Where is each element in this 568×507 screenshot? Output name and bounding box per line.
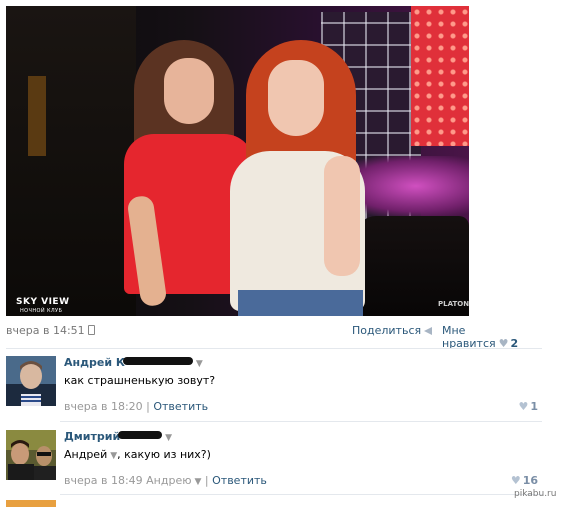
comment-like-count: 16 [522, 474, 538, 487]
post-meta: вчера в 14:51 Поделиться Мне нравится ♥ 2 [6, 324, 538, 350]
club-logo: SKY VIEW НОЧНОЙ КЛУБ [16, 298, 70, 316]
comment-author[interactable]: Андрей К ▼ [64, 356, 203, 369]
author-name: Андрей К [64, 356, 125, 369]
comment-time[interactable]: вчера в 18:49 [64, 474, 143, 487]
reply-to[interactable]: Андрею [146, 474, 191, 487]
comment-like-button[interactable]: ♥ 1 [518, 400, 538, 413]
comment-text: как страшненькую зовут? [64, 374, 216, 387]
club-logo-title: SKY VIEW [16, 297, 70, 307]
redaction-bar [122, 357, 193, 365]
comment-text-body: , какую из них?) [117, 448, 211, 461]
club-logo-subtitle: НОЧНОЙ КЛУБ [20, 308, 63, 314]
post-time[interactable]: вчера в 14:51 [6, 324, 85, 337]
chevron-down-icon: ▼ [194, 477, 202, 487]
avatar[interactable] [6, 356, 56, 406]
person-right-face [268, 60, 324, 136]
photo-background [6, 6, 136, 316]
reply-button[interactable]: Ответить [212, 474, 267, 487]
separator [60, 494, 542, 495]
megaphone-icon [424, 327, 433, 335]
avatar[interactable] [6, 500, 56, 507]
separator [6, 348, 542, 349]
comment-time[interactable]: вчера в 18:20 [64, 400, 143, 413]
comment-meta: вчера в 18:20 | Ответить [64, 400, 208, 413]
photo-lamp [28, 76, 46, 156]
like-button[interactable]: Мне нравится ♥ 2 [442, 324, 538, 350]
person-right-jeans [238, 290, 363, 316]
mention[interactable]: Андрей [64, 448, 107, 461]
separator [60, 421, 542, 422]
post-photo[interactable]: SKY VIEW НОЧНОЙ КЛУБ PLATONOV [6, 6, 469, 316]
person-left-face [164, 58, 214, 124]
comment-author[interactable]: Дмитрий ▼ [64, 430, 172, 443]
heart-icon: ♥ [510, 474, 521, 487]
heart-icon: ♥ [518, 400, 529, 413]
like-label: Мне нравится [442, 324, 496, 350]
comment: Андрей К ▼ как страшненькую зовут? вчера … [6, 356, 542, 416]
avatar[interactable] [6, 430, 56, 480]
chevron-down-icon[interactable]: ▼ [196, 359, 203, 369]
share-button[interactable]: Поделиться [352, 324, 433, 337]
post-time-wrap: вчера в 14:51 [6, 324, 95, 337]
share-label: Поделиться [352, 324, 422, 337]
redaction-bar [118, 431, 163, 439]
person-right-arm [324, 156, 360, 276]
comment-like-button[interactable]: ♥ 16 [511, 474, 538, 487]
photo-led-wall [411, 6, 469, 146]
comment-like-count: 1 [530, 400, 538, 413]
comment: Дмитрий ▼ Андрей ▼, какую из них?) вчера в… [6, 430, 542, 490]
photographer-watermark: PLATONOV [438, 300, 469, 308]
chevron-down-icon[interactable]: ▼ [165, 433, 172, 443]
reply-button[interactable]: Ответить [153, 400, 208, 413]
author-name: Дмитрий [64, 430, 121, 443]
comment-text: Андрей ▼, какую из них?) [64, 448, 211, 461]
site-watermark: pikabu.ru [514, 489, 557, 499]
comment-meta: вчера в 18:49 Андрею ▼ | Ответить [64, 474, 267, 487]
mobile-icon [87, 325, 95, 335]
